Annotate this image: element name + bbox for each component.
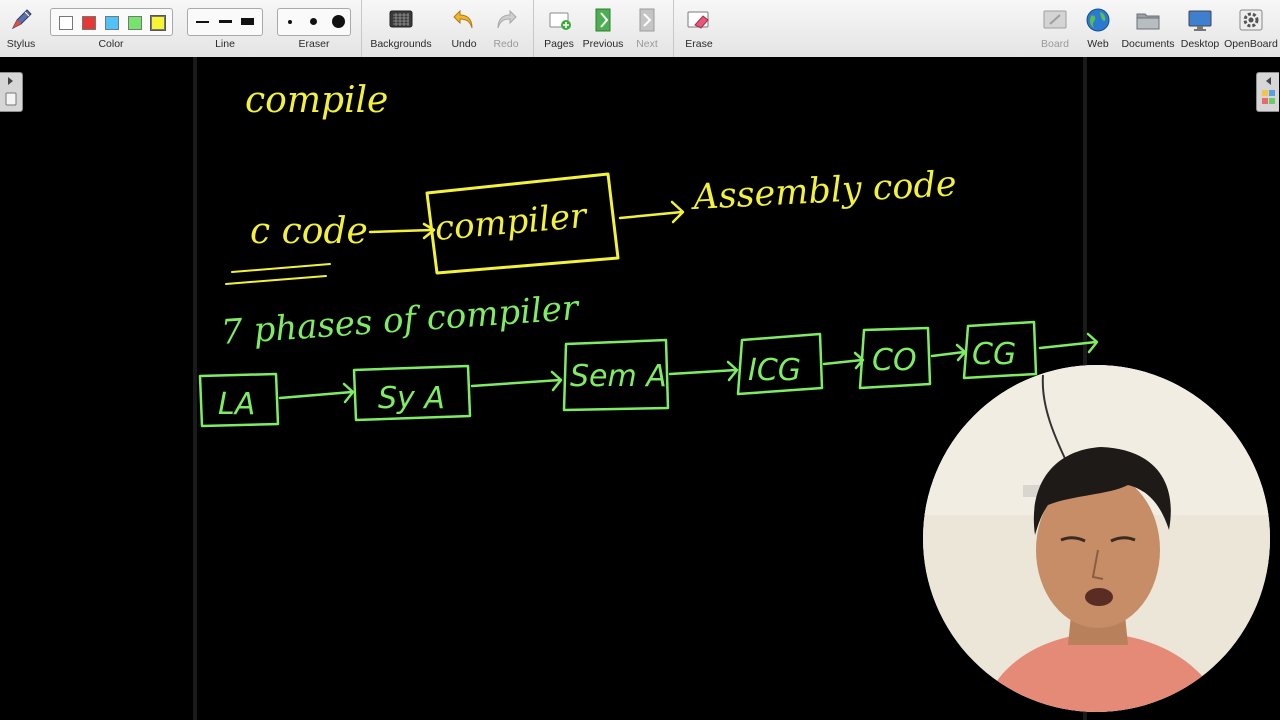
monitor-icon bbox=[1188, 10, 1212, 31]
undo-label: Undo bbox=[451, 38, 477, 50]
folder-icon bbox=[1136, 13, 1160, 30]
web-mode-button[interactable]: Web bbox=[1080, 4, 1116, 54]
desktop-mode-button[interactable]: Desktop bbox=[1178, 4, 1222, 54]
board-icon bbox=[1043, 10, 1067, 29]
color-blue-swatch[interactable] bbox=[105, 16, 119, 30]
stylus-icon bbox=[11, 9, 32, 30]
color-green-swatch[interactable] bbox=[128, 16, 142, 30]
board-label: Board bbox=[1040, 38, 1070, 50]
toolbar-separator bbox=[673, 0, 674, 57]
openboard-label: OpenBoard bbox=[1224, 38, 1278, 50]
erase-label: Erase bbox=[685, 38, 713, 50]
documents-mode-button[interactable]: Documents bbox=[1120, 4, 1176, 54]
documents-label: Documents bbox=[1121, 38, 1175, 50]
eraser-medium-option[interactable] bbox=[310, 18, 317, 25]
next-page-icon bbox=[639, 8, 655, 32]
pages-label: Pages bbox=[544, 38, 574, 50]
gear-icon bbox=[1239, 9, 1263, 31]
eraser-group: Eraser bbox=[276, 4, 352, 54]
backgrounds-label: Backgrounds bbox=[370, 38, 432, 50]
web-label: Web bbox=[1087, 38, 1109, 50]
eraser-size-options bbox=[277, 8, 351, 36]
color-white-swatch[interactable] bbox=[59, 16, 73, 30]
toolbar-separator bbox=[533, 0, 534, 57]
erase-icon bbox=[687, 11, 709, 29]
color-label: Color bbox=[98, 38, 124, 50]
line-thin-option[interactable] bbox=[196, 21, 209, 23]
desktop-label: Desktop bbox=[1180, 38, 1220, 50]
webcam-overlay bbox=[923, 365, 1270, 712]
toolbar: Stylus Color Line Eraser Backgrounds Und… bbox=[0, 0, 1280, 58]
line-label: Line bbox=[215, 38, 235, 50]
previous-page-icon bbox=[595, 8, 611, 32]
color-red-swatch[interactable] bbox=[82, 16, 96, 30]
left-palette-toggle[interactable] bbox=[0, 72, 23, 112]
color-palette bbox=[50, 8, 173, 36]
erase-button[interactable]: Erase bbox=[682, 4, 716, 54]
pages-button[interactable]: Pages bbox=[540, 4, 578, 54]
right-palette-toggle[interactable] bbox=[1256, 72, 1279, 112]
next-label: Next bbox=[636, 38, 658, 50]
color-yellow-swatch[interactable] bbox=[150, 15, 166, 31]
board-left-edge bbox=[193, 57, 197, 720]
expand-right-icon bbox=[5, 77, 17, 106]
previous-page-button[interactable]: Previous bbox=[582, 4, 624, 54]
color-group: Color bbox=[48, 4, 174, 54]
next-page-button[interactable]: Next bbox=[630, 4, 664, 54]
stylus-label: Stylus bbox=[6, 38, 36, 50]
eraser-small-option[interactable] bbox=[288, 20, 292, 24]
line-group: Line bbox=[186, 4, 264, 54]
redo-icon bbox=[497, 9, 517, 29]
add-page-icon bbox=[549, 12, 571, 30]
expand-left-icon bbox=[1262, 77, 1275, 104]
redo-label: Redo bbox=[493, 38, 519, 50]
undo-icon bbox=[453, 9, 473, 29]
line-medium-option[interactable] bbox=[219, 20, 232, 23]
presenter-video bbox=[923, 365, 1270, 712]
stylus-tool[interactable]: Stylus bbox=[4, 4, 38, 54]
backgrounds-icon bbox=[389, 10, 413, 28]
line-thick-option[interactable] bbox=[241, 18, 254, 25]
toolbar-separator bbox=[361, 0, 362, 57]
globe-icon bbox=[1086, 8, 1110, 32]
backgrounds-button[interactable]: Backgrounds bbox=[370, 4, 432, 54]
board-mode-button[interactable]: Board bbox=[1038, 4, 1072, 54]
eraser-large-option[interactable] bbox=[332, 15, 345, 28]
undo-button[interactable]: Undo bbox=[446, 4, 482, 54]
previous-label: Previous bbox=[582, 38, 624, 50]
redo-button[interactable]: Redo bbox=[488, 4, 524, 54]
openboard-menu-button[interactable]: OpenBoard bbox=[1224, 4, 1278, 54]
line-width-options bbox=[187, 8, 263, 36]
eraser-label: Eraser bbox=[298, 38, 330, 50]
